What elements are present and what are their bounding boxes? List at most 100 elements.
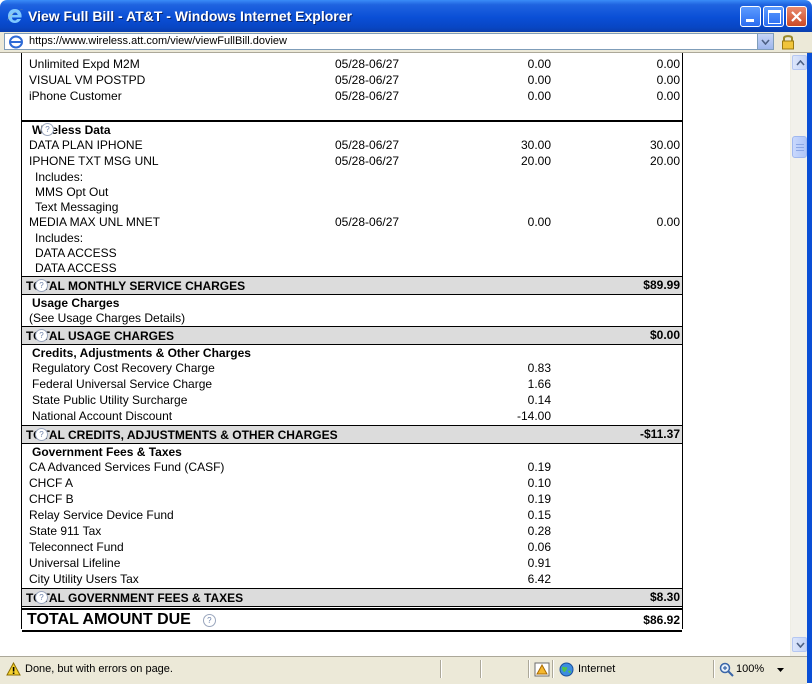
includes-line: Text Messaging: [22, 200, 682, 216]
help-icon[interactable]: ?: [35, 591, 48, 604]
item-amount: 30.00: [520, 138, 551, 152]
total-due-value: $86.92: [643, 613, 680, 627]
item-description: CHCF B: [29, 492, 74, 506]
item-amount: 0.28: [527, 524, 551, 538]
url-text: https://www.wireless.att.com/view/viewFu…: [29, 35, 287, 47]
vertical-scrollbar[interactable]: [790, 53, 808, 656]
item-description: MEDIA MAX UNL MNET: [29, 215, 160, 229]
item-description: Regulatory Cost Recovery Charge: [32, 361, 215, 375]
total-monthly-service-row: TOTAL MONTHLY SERVICE CHARGES? $89.99: [22, 276, 682, 295]
table-row: State Public Utility Surcharge 0.14: [22, 393, 682, 409]
includes-line: DATA ACCESS: [22, 261, 682, 277]
scroll-up-button[interactable]: [792, 55, 807, 70]
item-description: Relay Service Device Fund: [29, 508, 174, 522]
url-field[interactable]: https://www.wireless.att.com/view/viewFu…: [4, 33, 774, 50]
item-amount: 1.66: [527, 377, 551, 391]
minimize-button[interactable]: [740, 6, 761, 27]
protected-mode-icon[interactable]: [534, 662, 550, 677]
chevron-down-icon: [761, 39, 770, 45]
help-icon[interactable]: ?: [202, 614, 216, 627]
includes-text: Text Messaging: [35, 200, 119, 214]
table-row: City Utility Users Tax 6.42: [22, 572, 682, 588]
help-icon[interactable]: ?: [41, 123, 54, 136]
table-row: Unlimited Expd M2M 05/28-06/27 0.00 0.00: [22, 57, 682, 73]
maximize-button[interactable]: [763, 6, 784, 27]
item-amount: 0.00: [527, 57, 551, 71]
zoom-level[interactable]: 100%: [736, 663, 764, 675]
usage-note: (See Usage Charges Details): [22, 311, 682, 327]
address-bar: https://www.wireless.att.com/view/viewFu…: [0, 32, 812, 53]
item-description: City Utility Users Tax: [29, 572, 139, 586]
help-icon[interactable]: ?: [35, 279, 48, 292]
page-e-icon: [9, 35, 23, 49]
section-heading-wireless-data: Wireless Data?: [22, 123, 682, 139]
item-amount: 0.91: [527, 556, 551, 570]
close-button[interactable]: [786, 6, 807, 27]
warning-icon[interactable]: [6, 662, 21, 676]
item-date: 05/28-06/27: [335, 215, 400, 229]
item-total: 0.00: [656, 73, 680, 87]
full-bill-table: Unlimited Expd M2M 05/28-06/27 0.00 0.00…: [21, 53, 683, 632]
item-description: State Public Utility Surcharge: [32, 393, 188, 407]
item-total: 0.00: [656, 215, 680, 229]
total-label: TOTAL GOVERNMENT FEES & TAXES: [26, 591, 244, 605]
item-date: 05/28-06/27: [335, 154, 400, 168]
item-description: iPhone Customer: [29, 89, 122, 103]
item-date: 05/28-06/27: [335, 57, 400, 71]
item-amount: 0.06: [527, 540, 551, 554]
item-amount: 0.00: [527, 215, 551, 229]
item-date: 05/28-06/27: [335, 138, 400, 152]
table-row: State 911 Tax 0.28: [22, 524, 682, 540]
includes-text: Includes:: [35, 170, 84, 184]
item-description: National Account Discount: [32, 409, 173, 423]
scroll-thumb[interactable]: [792, 136, 807, 158]
total-label: TOTAL USAGE CHARGES: [26, 329, 175, 343]
item-description: CHCF A: [29, 476, 74, 490]
item-description: IPHONE TXT MSG UNL: [29, 154, 159, 168]
includes-line: Includes:: [22, 231, 682, 247]
chevron-down-icon: [796, 642, 805, 648]
internet-globe-icon: [559, 662, 574, 677]
section-heading-government: Government Fees & Taxes: [22, 445, 682, 461]
scroll-down-button[interactable]: [792, 637, 807, 652]
window-title-bar[interactable]: View Full Bill - AT&T - Windows Internet…: [0, 0, 812, 32]
item-amount: 0.00: [527, 73, 551, 87]
usage-details-text: (See Usage Charges Details): [29, 311, 186, 325]
item-date: 05/28-06/27: [335, 73, 400, 87]
status-bar: Done, but with errors on page. Internet …: [0, 656, 807, 684]
item-description: Federal Universal Service Charge: [32, 377, 213, 391]
internet-explorer-icon: [7, 9, 23, 23]
zoom-dropdown-icon[interactable]: [777, 668, 784, 672]
includes-text: DATA ACCESS: [35, 261, 117, 275]
total-government-row: TOTAL GOVERNMENT FEES & TAXES? $8.30: [22, 588, 682, 607]
table-row: Teleconnect Fund 0.06: [22, 540, 682, 556]
total-value: $0.00: [649, 328, 680, 342]
item-total: 0.00: [656, 89, 680, 103]
table-row: National Account Discount -14.00: [22, 409, 682, 425]
item-amount: 0.15: [527, 508, 551, 522]
help-icon[interactable]: ?: [35, 428, 48, 441]
zoom-magnifier-icon[interactable]: [719, 662, 734, 677]
lock-icon[interactable]: [780, 33, 796, 50]
includes-text: DATA ACCESS: [35, 246, 117, 260]
table-row: Federal Universal Service Charge 1.66: [22, 377, 682, 393]
item-total: 30.00: [649, 138, 680, 152]
total-amount-due-row: TOTAL AMOUNT DUE? $86.92: [22, 608, 682, 632]
page-content: Unlimited Expd M2M 05/28-06/27 0.00 0.00…: [0, 53, 790, 656]
includes-text: MMS Opt Out: [35, 185, 109, 199]
item-amount: 0.83: [527, 361, 551, 375]
item-amount: 0.00: [527, 89, 551, 103]
table-row: VISUAL VM POSTPD 05/28-06/27 0.00 0.00: [22, 73, 682, 89]
includes-line: Includes:: [22, 170, 682, 186]
table-row: Relay Service Device Fund 0.15: [22, 508, 682, 524]
window-frame-right: [807, 53, 812, 683]
help-icon[interactable]: ?: [35, 329, 48, 342]
total-value: -$11.37: [639, 427, 680, 441]
address-dropdown-button[interactable]: [757, 34, 773, 49]
table-row: Regulatory Cost Recovery Charge 0.83: [22, 361, 682, 377]
item-amount: 0.19: [527, 492, 551, 506]
item-description: DATA PLAN IPHONE: [29, 138, 143, 152]
chevron-up-icon: [796, 60, 805, 66]
status-message: Done, but with errors on page.: [25, 663, 173, 675]
maximize-icon: [768, 10, 781, 24]
